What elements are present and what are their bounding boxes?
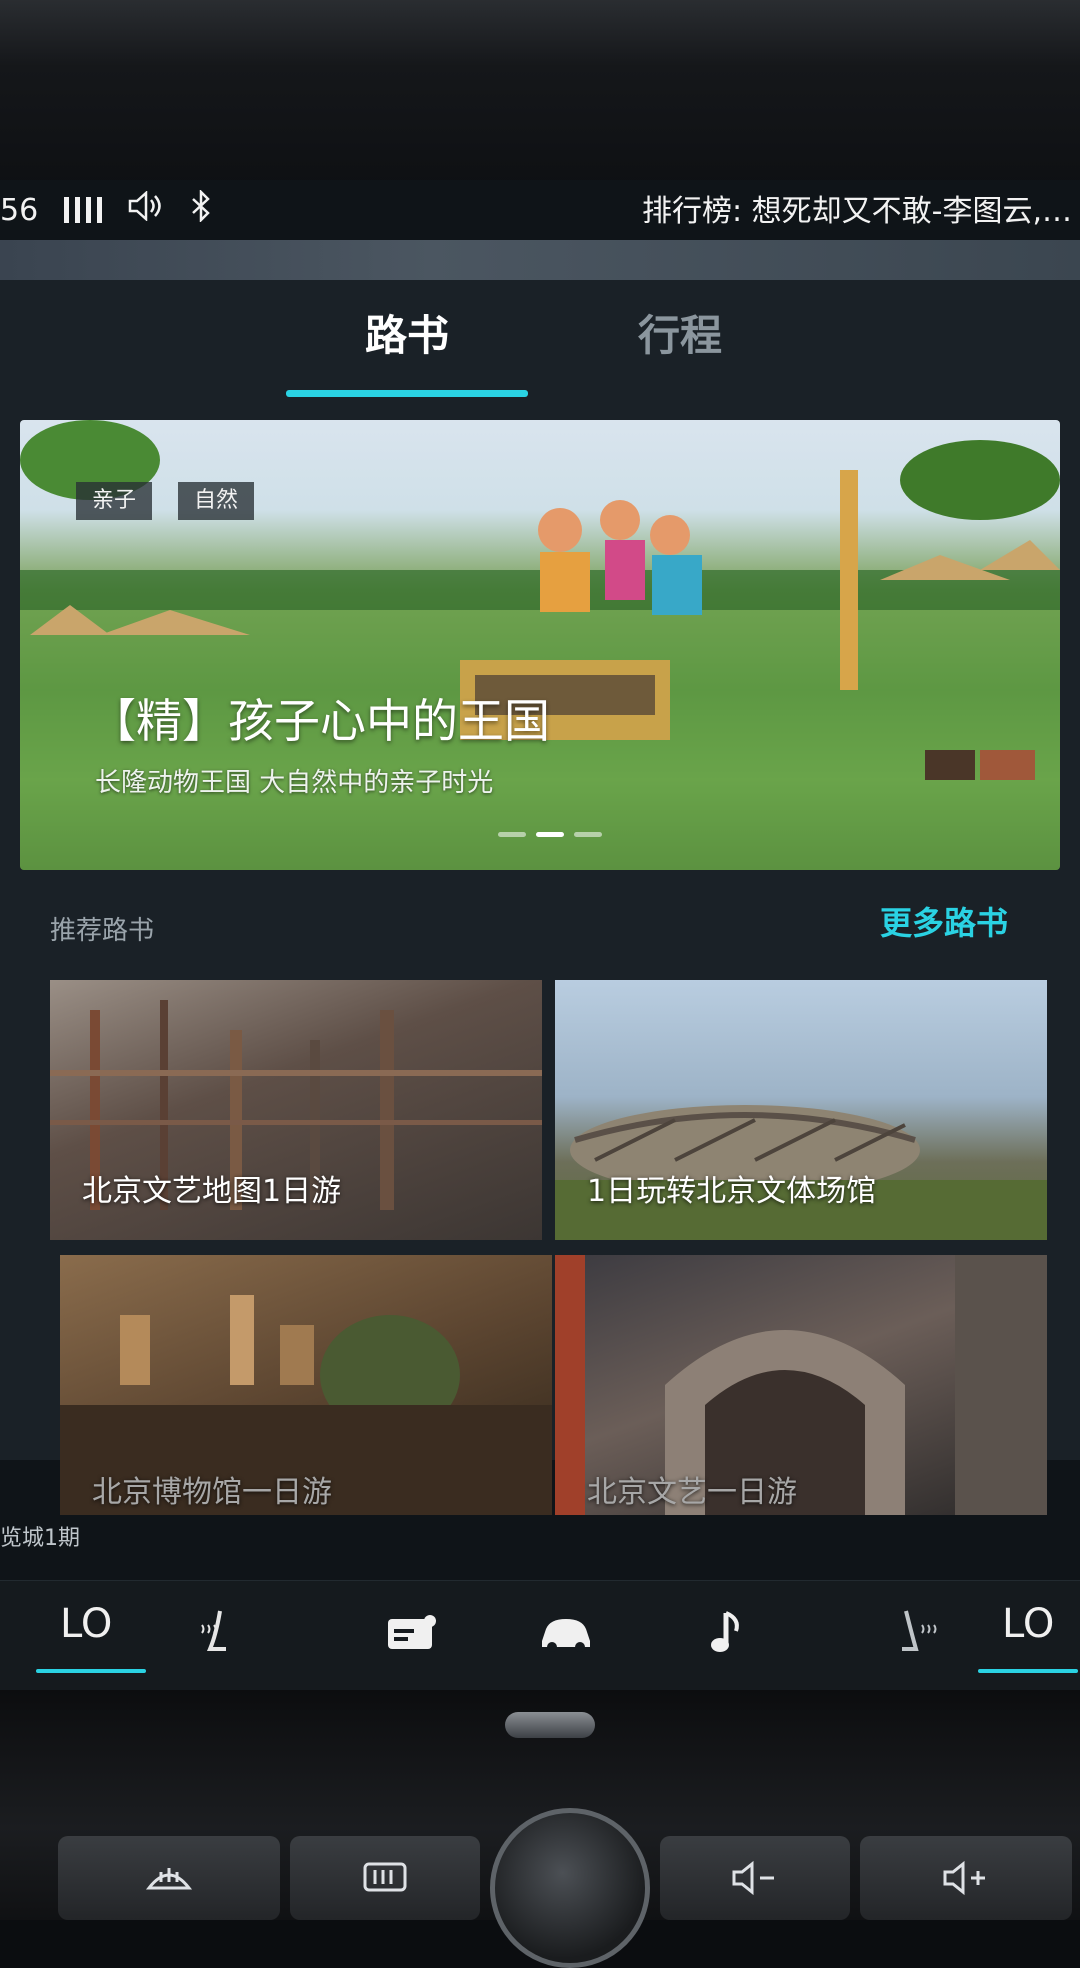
bezel-top — [0, 0, 1080, 190]
roadbook-card[interactable]: 北京文艺一日游 — [555, 1255, 1047, 1515]
seat-heat-left-icon[interactable] — [190, 1605, 246, 1661]
roadbook-panel: 路书 行程 亲子 自然 【精】孩子心中的王国 长隆动物王国 大自然中的亲子时光 … — [0, 280, 1080, 1515]
map-background — [0, 240, 1080, 280]
volume-knob[interactable] — [490, 1808, 650, 1968]
front-defrost-button[interactable] — [58, 1836, 280, 1920]
carousel-dot[interactable] — [498, 832, 526, 837]
roadbook-grid: 北京文艺地图1日游 1日玩转北京文体场馆 北京博物馆一日游 北京文艺一日游 — [50, 980, 1047, 1515]
tag-nature: 自然 — [178, 482, 255, 520]
carousel-dot-active[interactable] — [536, 832, 564, 837]
status-bar: 56 排行榜: 想死却又不敢-李图云,… — [0, 180, 1080, 240]
right-temperature[interactable]: LO — [1002, 1601, 1054, 1647]
carousel-indicator — [498, 832, 602, 837]
card-title: 1日玩转北京文体场馆 — [587, 1174, 877, 1209]
tab-itinerary[interactable]: 行程 — [638, 302, 722, 363]
more-roadbooks-link[interactable]: 更多路书 — [880, 898, 1008, 944]
bottom-dock: LO LO — [0, 1580, 1080, 1691]
banner-subtitle: 长隆动物王国 大自然中的亲子时光 — [95, 768, 494, 798]
side-map-caption: 览城1期 — [0, 1526, 80, 1551]
card-title: 北京博物馆一日游 — [92, 1475, 332, 1510]
tab-bar: 路书 行程 — [0, 280, 1080, 400]
volume-icon — [128, 190, 164, 229]
hazard-button[interactable] — [505, 1712, 595, 1738]
banner-title: 【精】孩子心中的王国 — [90, 694, 550, 748]
signal-icon — [64, 197, 103, 223]
now-playing-ticker[interactable]: 排行榜: 想死却又不敢-李图云,… — [642, 186, 1072, 230]
banner-image — [20, 420, 1060, 870]
screen: 56 排行榜: 想死却又不敢-李图云,… 路书 行程 亲子 自然 【精】孩子心中… — [0, 180, 1080, 1580]
left-temperature-bar — [36, 1669, 146, 1673]
card-title: 北京文艺地图1日游 — [82, 1174, 342, 1209]
seat-heat-right-icon[interactable] — [886, 1605, 942, 1661]
left-temperature[interactable]: LO — [60, 1601, 112, 1647]
roadbook-card[interactable]: 北京博物馆一日游 — [60, 1255, 552, 1515]
featured-banner[interactable]: 亲子 自然 【精】孩子心中的王国 长隆动物王国 大自然中的亲子时光 — [20, 420, 1060, 870]
active-tab-indicator — [286, 390, 528, 397]
rear-defrost-button[interactable] — [290, 1836, 480, 1920]
roadbook-card[interactable]: 北京文艺地图1日游 — [50, 980, 542, 1240]
status-time: 56 — [0, 192, 39, 228]
volume-up-button[interactable] — [860, 1836, 1072, 1920]
right-temperature-bar — [978, 1669, 1078, 1673]
volume-down-button[interactable] — [660, 1836, 850, 1920]
recommend-header: 推荐路书 更多路书 — [0, 880, 1080, 960]
car-icon[interactable] — [536, 1605, 592, 1661]
tag-family: 亲子 — [76, 482, 153, 520]
tab-roadbook[interactable]: 路书 — [365, 302, 449, 363]
bluetooth-icon — [190, 188, 212, 230]
card-icon[interactable] — [384, 1605, 440, 1661]
music-note-icon[interactable] — [700, 1605, 756, 1661]
carousel-dot[interactable] — [574, 832, 602, 837]
card-title: 北京文艺一日游 — [587, 1475, 797, 1510]
roadbook-card[interactable]: 1日玩转北京文体场馆 — [555, 980, 1047, 1240]
recommend-label: 推荐路书 — [50, 916, 155, 946]
